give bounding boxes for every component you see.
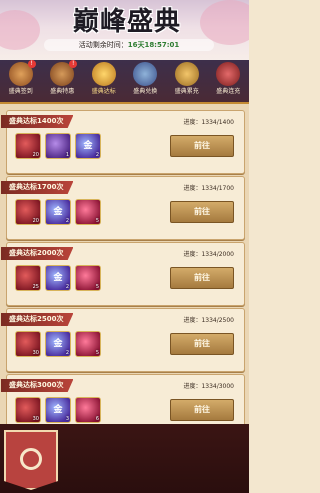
blossom-decoration (0, 10, 40, 50)
goal-card: 盛典达标3000次 进度：1334/3000 30 金3 6 前往 (1, 374, 245, 424)
goal-card: 盛典达标2500次 进度：1334/2500 30 金2 5 前往 (1, 308, 245, 372)
treasure-chest-icon (91, 62, 116, 86)
tab-label: 盛典签到 (8, 88, 33, 95)
reward-item[interactable]: 5 (75, 265, 101, 291)
tab-consecutive-recharge[interactable]: 盛典连充 (211, 60, 245, 102)
goal-list[interactable]: 盛典达标1400次 进度：1334/1400 20 1 金2 前往 盛典达标17… (0, 104, 249, 424)
tab-goal[interactable]: 盛典达标 (87, 60, 121, 102)
event-header: 巅峰盛典 活动剩余时间：16天18:57:01 (0, 0, 249, 62)
goal-title: 盛典达标2500次 (1, 313, 74, 326)
swirl-icon (20, 448, 42, 470)
goal-title: 盛典达标3000次 (1, 379, 74, 392)
reward-count: 5 (95, 218, 99, 224)
reward-item[interactable]: 金2 (45, 199, 71, 225)
go-button[interactable]: 前往 (170, 201, 234, 223)
reward-count: 2 (65, 218, 69, 224)
coin-icon (174, 62, 199, 86)
goal-progress: 进度：1334/2000 (183, 251, 234, 258)
reward-item[interactable]: 1 (45, 133, 71, 159)
reward-item[interactable]: 金3 (45, 397, 71, 423)
goal-progress: 进度：1334/3000 (183, 383, 234, 390)
reward-item[interactable]: 金2 (45, 265, 71, 291)
goal-title: 盛典达标1700次 (1, 181, 74, 194)
goal-progress: 进度：1334/1700 (183, 185, 234, 192)
tab-label: 盛典累充 (174, 88, 199, 95)
reward-count: 6 (95, 416, 99, 422)
reward-count: 20 (32, 218, 39, 224)
reward-item[interactable]: 20 (15, 199, 41, 225)
go-button[interactable]: 前往 (170, 267, 234, 289)
go-button[interactable]: 前往 (170, 333, 234, 355)
goal-title: 盛典达标2000次 (1, 247, 74, 260)
reward-count: 20 (32, 152, 39, 158)
reward-count: 30 (32, 416, 39, 422)
tab-special-offer[interactable]: ! 盛典特惠 (45, 60, 79, 102)
reward-count: 5 (95, 350, 99, 356)
alert-badge: ! (27, 60, 36, 68)
bottom-frame (0, 424, 249, 493)
goal-progress: 进度：1334/2500 (183, 317, 234, 324)
tab-exchange[interactable]: 盛典兑换 (128, 60, 162, 102)
reward-count: 2 (65, 350, 69, 356)
reward-count: 5 (95, 284, 99, 290)
tab-label: 盛典特惠 (50, 88, 75, 95)
banner-flag[interactable] (4, 430, 58, 490)
goal-card: 盛典达标2000次 进度：1334/2000 25 金2 5 前往 (1, 242, 245, 306)
reward-count: 25 (32, 284, 39, 290)
countdown-value: 16天18:57:01 (127, 41, 180, 49)
reward-count: 30 (32, 350, 39, 356)
countdown-label: 活动剩余时间： (78, 41, 128, 49)
reward-item[interactable]: 20 (15, 133, 41, 159)
reward-item[interactable]: 金2 (45, 331, 71, 357)
reward-count: 2 (95, 152, 99, 158)
gift-box-icon (216, 62, 241, 86)
go-button[interactable]: 前往 (170, 399, 234, 421)
lantern-icon (133, 62, 158, 86)
goal-title: 盛典达标1400次 (1, 115, 74, 128)
tab-cumulative-recharge[interactable]: 盛典累充 (170, 60, 204, 102)
reward-item[interactable]: 25 (15, 265, 41, 291)
countdown: 活动剩余时间：16天18:57:01 (44, 39, 214, 51)
event-title: 巅峰盛典 (72, 7, 181, 37)
reward-count: 2 (65, 284, 69, 290)
reward-item[interactable]: 5 (75, 331, 101, 357)
reward-item[interactable]: 金2 (75, 133, 101, 159)
tab-label: 盛典连充 (216, 88, 241, 95)
reward-count: 1 (65, 152, 69, 158)
goal-card: 盛典达标1400次 进度：1334/1400 20 1 金2 前往 (1, 110, 245, 174)
tab-label: 盛典达标 (91, 88, 116, 95)
goal-progress: 进度：1334/1400 (183, 119, 234, 126)
tab-signin[interactable]: ! 盛典签到 (4, 60, 38, 102)
tab-label: 盛典兑换 (133, 88, 158, 95)
tab-bar: ! 盛典签到 ! 盛典特惠 盛典达标 盛典兑换 盛典累充 盛典连充 (0, 60, 249, 104)
alert-badge: ! (69, 60, 78, 68)
reward-item[interactable]: 6 (75, 397, 101, 423)
goal-card: 盛典达标1700次 进度：1334/1700 20 金2 5 前往 (1, 176, 245, 240)
reward-item[interactable]: 30 (15, 331, 41, 357)
go-button[interactable]: 前往 (170, 135, 234, 157)
reward-count: 3 (65, 416, 69, 422)
reward-item[interactable]: 5 (75, 199, 101, 225)
reward-item[interactable]: 30 (15, 397, 41, 423)
